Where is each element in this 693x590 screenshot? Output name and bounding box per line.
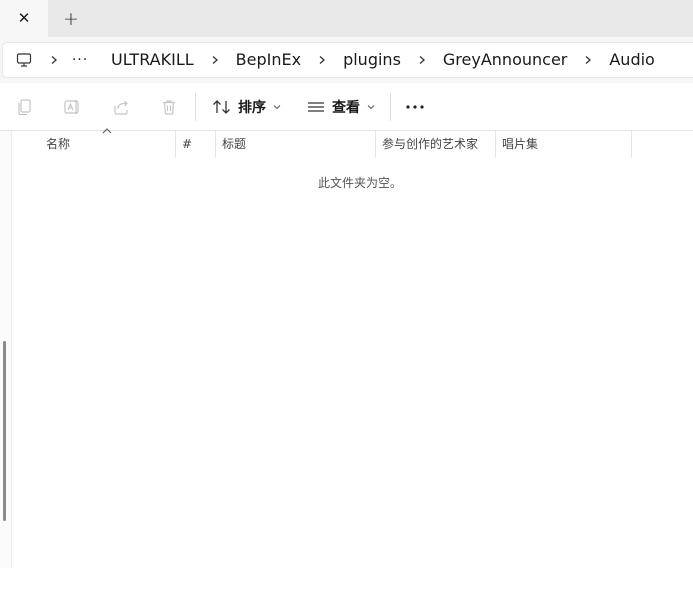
column-header-artists[interactable]: 参与创作的艺术家 [376,131,496,158]
close-tab-icon[interactable]: ✕ [18,11,31,26]
copy-icon[interactable] [13,95,37,119]
column-header-album[interactable]: 唱片集 [496,131,632,158]
toolbar-separator [195,93,196,121]
sort-icon [213,100,230,114]
breadcrumb-item-ultrakill[interactable]: ULTRAKILL [103,43,202,77]
navigation-scrollbar[interactable] [3,341,6,521]
chevron-down-icon [366,102,376,112]
delete-icon[interactable] [157,95,181,119]
empty-folder-message: 此文件夹为空。 [317,176,402,190]
chevron-right-icon[interactable] [41,43,67,77]
chevron-right-icon[interactable] [575,43,601,77]
column-header-row: 名称 # 标题 参与创作的艺术家 唱片集 [12,128,693,158]
view-button[interactable]: 查看 [302,91,380,123]
column-header-title[interactable]: 标题 [216,131,376,158]
more-options-button[interactable] [400,93,430,121]
breadcrumb-item-bepinex[interactable]: BepInEx [228,43,309,77]
breadcrumb-item-greyannouncer[interactable]: GreyAnnouncer [435,43,575,77]
active-tab[interactable]: ✕ [0,0,48,37]
breadcrumb[interactable]: ··· ULTRAKILL BepInEx plugins GreyAnnoun… [2,42,693,78]
chevron-down-icon [272,102,282,112]
chevron-right-icon[interactable] [309,43,335,77]
chevron-right-icon[interactable] [409,43,435,77]
bottom-margin [0,568,693,590]
column-header-name[interactable]: 名称 [40,131,176,158]
rename-icon[interactable] [60,95,84,119]
computer-icon[interactable] [7,43,41,77]
file-list-pane: 名称 # 标题 参与创作的艺术家 唱片集 此文件夹为空。 [0,128,693,568]
sort-label: 排序 [238,100,266,116]
column-divider[interactable] [631,131,632,158]
more-icon [406,105,424,109]
navigation-pane-edge [0,131,12,568]
column-header-number[interactable]: # [176,131,216,158]
toolbar-separator [390,93,391,121]
new-tab-button[interactable]: + [58,6,84,32]
share-icon[interactable] [109,95,133,119]
breadcrumb-item-audio[interactable]: Audio [601,43,662,77]
address-bar: ··· ULTRAKILL BepInEx plugins GreyAnnoun… [0,37,693,83]
breadcrumb-overflow-button[interactable]: ··· [67,43,93,77]
view-list-icon [308,102,324,112]
sort-button[interactable]: 排序 [208,91,286,123]
command-bar: 排序 查看 [0,83,693,131]
view-label: 查看 [332,100,360,116]
tab-strip: ✕ + [0,0,693,37]
chevron-right-icon[interactable] [202,43,228,77]
breadcrumb-item-plugins[interactable]: plugins [335,43,409,77]
